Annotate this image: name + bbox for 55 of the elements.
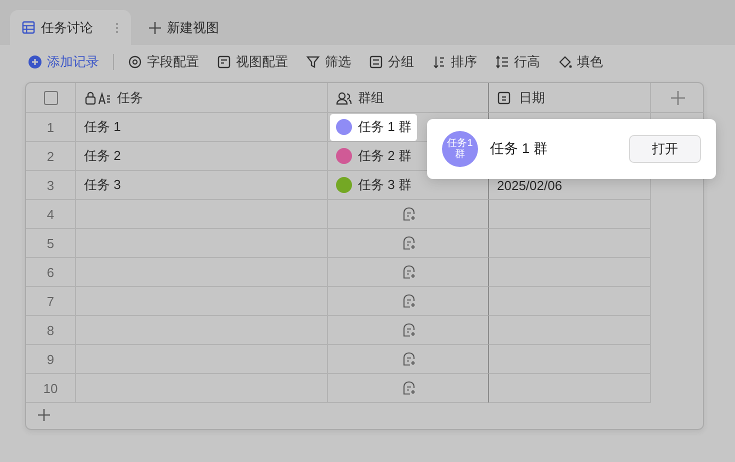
add-row-icon[interactable]	[38, 409, 50, 421]
calendar-icon	[497, 90, 513, 104]
plus-icon	[149, 22, 161, 34]
add-group-icon[interactable]	[402, 323, 416, 337]
view-tab[interactable]: 任务讨论	[10, 10, 131, 45]
column-header[interactable]: 群组	[328, 83, 489, 113]
row-number: 3	[26, 171, 76, 200]
row-number: 8	[26, 316, 76, 345]
add-group-icon[interactable]	[402, 381, 416, 395]
add-group-icon[interactable]	[402, 207, 416, 221]
fill-icon	[558, 55, 572, 69]
row-number: 7	[26, 287, 76, 316]
table-cell: 任务 1	[76, 113, 328, 142]
toolbar-button[interactable]: 添加记录	[28, 53, 99, 71]
add-group-icon[interactable]	[402, 265, 416, 279]
toolbar-button[interactable]: 视图配置	[217, 53, 288, 71]
column-header[interactable]: 日期	[489, 83, 651, 113]
row-number: 5	[26, 229, 76, 258]
select-all-checkbox[interactable]	[44, 90, 58, 104]
sort-icon	[432, 55, 446, 69]
lock-text-icon	[84, 90, 111, 104]
fields-icon	[128, 55, 142, 69]
row-number: 10	[26, 374, 76, 403]
toolbar-button[interactable]: 排序	[432, 53, 477, 71]
group-name: 任务 1 群	[490, 140, 549, 158]
add-group-icon[interactable]	[402, 294, 416, 308]
table-cell: 任务 2	[76, 142, 328, 171]
toolbar-button[interactable]: 筛选	[306, 53, 351, 71]
add-group-icon[interactable]	[402, 352, 416, 366]
group-tag[interactable]: 任务 2 群	[330, 142, 418, 170]
toolbar-button[interactable]: 填色	[558, 53, 603, 71]
add-icon	[28, 55, 42, 69]
row-number: 1	[26, 113, 76, 142]
open-button[interactable]: 打开	[629, 135, 701, 163]
toolbar-button[interactable]: 行高	[495, 53, 540, 71]
height-icon	[495, 55, 509, 69]
group-avatar: 任务1 群	[442, 131, 478, 167]
filter-icon	[306, 55, 320, 69]
table-cell: 任务 3	[76, 171, 328, 200]
row-number: 2	[26, 142, 76, 171]
group-icon	[369, 55, 383, 69]
new-view-button[interactable]: 新建视图	[141, 10, 227, 45]
group-tag[interactable]: 任务 1 群	[330, 114, 418, 140]
group-tag[interactable]: 任务 3 群	[330, 172, 418, 198]
row-number: 6	[26, 258, 76, 287]
row-number: 4	[26, 200, 76, 229]
column-header[interactable]: 任务	[76, 83, 328, 113]
toolbar-button[interactable]: 字段配置	[128, 53, 199, 71]
add-column-icon[interactable]	[670, 90, 684, 104]
people-icon	[336, 90, 352, 104]
table-icon	[22, 21, 35, 34]
toolbar-button[interactable]: 分组	[369, 53, 414, 71]
view-icon	[217, 55, 231, 69]
row-number: 9	[26, 345, 76, 374]
add-group-icon[interactable]	[402, 236, 416, 250]
